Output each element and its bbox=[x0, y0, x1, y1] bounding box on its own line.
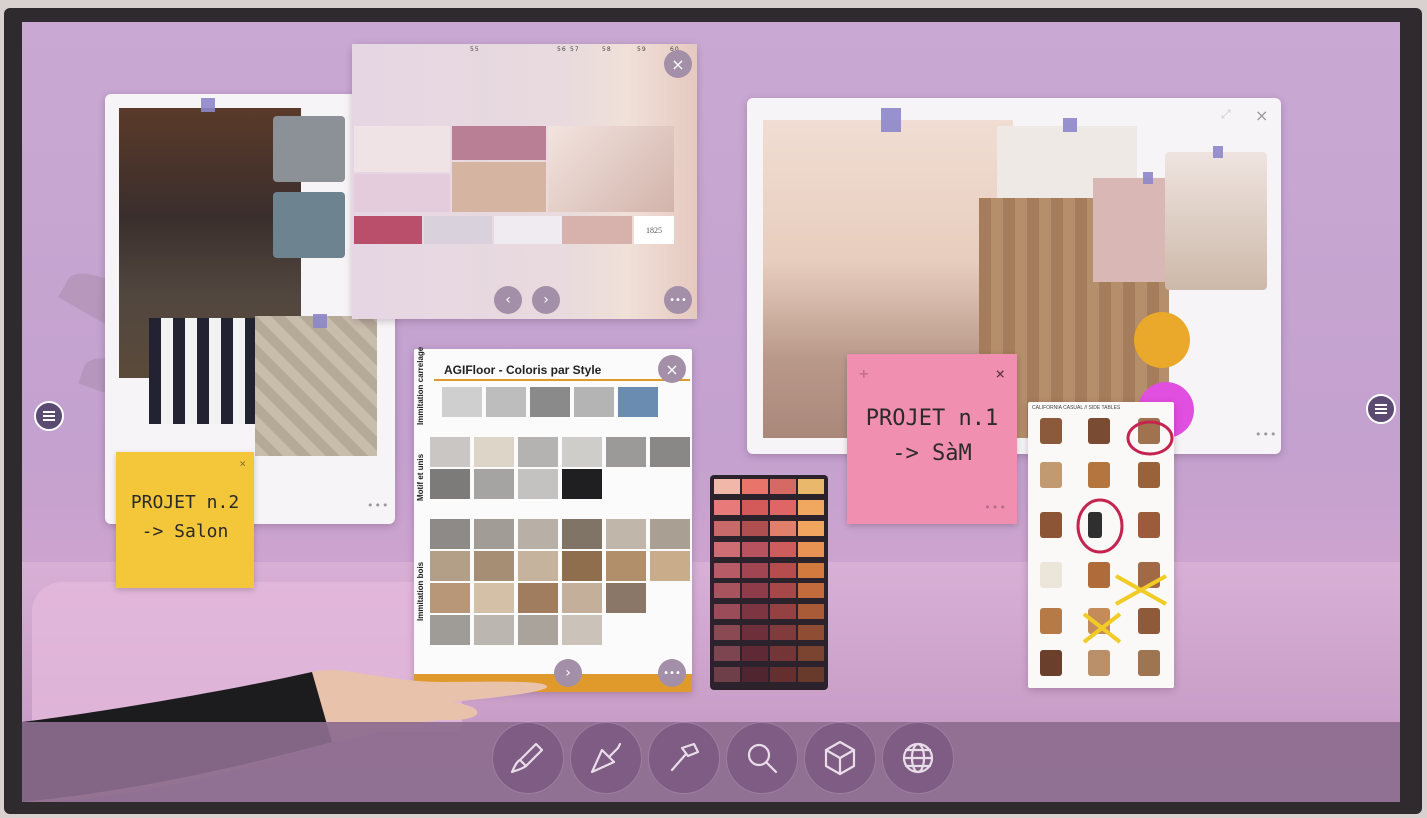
trowel-icon bbox=[590, 742, 622, 774]
lilac-swatch bbox=[424, 216, 492, 244]
more-button[interactable]: ••• bbox=[658, 659, 686, 687]
paint-palette-card[interactable] bbox=[710, 475, 828, 690]
tab-number: 58 bbox=[602, 46, 612, 53]
web-browser-button[interactable] bbox=[882, 722, 954, 794]
close-icon[interactable]: × bbox=[1255, 108, 1268, 124]
more-button[interactable]: ••• bbox=[664, 286, 692, 314]
search-button[interactable] bbox=[726, 722, 798, 794]
tape bbox=[1143, 172, 1153, 184]
tape bbox=[1213, 146, 1223, 158]
tile-grid bbox=[442, 387, 660, 417]
close-icon[interactable]: × bbox=[995, 366, 1005, 382]
annotation-marks bbox=[1076, 420, 1174, 644]
card-more-icon[interactable]: ••• bbox=[1255, 428, 1277, 441]
sticky-line-1: PROJET n.1 bbox=[865, 406, 999, 431]
pearl-shell-photo bbox=[548, 126, 674, 212]
previous-button[interactable]: ‹ bbox=[494, 286, 522, 314]
add-icon[interactable]: + bbox=[859, 366, 869, 382]
tool-dock bbox=[492, 722, 954, 794]
tab-number: 56 bbox=[557, 46, 567, 53]
catalog-title: AGIFloor - Coloris par Style bbox=[444, 363, 602, 377]
section-label: Immitation carrelage bbox=[416, 346, 425, 425]
yellow-dot bbox=[1134, 312, 1190, 368]
armchair-photo bbox=[1165, 152, 1267, 290]
furniture-catalog-card[interactable]: CALIFORNIA CASUAL // SIDE TABLES bbox=[1028, 402, 1174, 688]
bedroom-photo bbox=[354, 126, 450, 172]
right-menu-button[interactable] bbox=[1366, 394, 1396, 424]
close-button[interactable]: × bbox=[658, 355, 686, 383]
paint-brush-icon bbox=[510, 742, 544, 774]
globe-icon bbox=[902, 742, 934, 774]
search-icon bbox=[747, 743, 778, 774]
tape bbox=[881, 108, 901, 132]
pattern-tile-swatch bbox=[149, 318, 255, 424]
unis-grid bbox=[430, 437, 692, 499]
white-swatch bbox=[494, 216, 562, 244]
3d-object-button[interactable] bbox=[804, 722, 876, 794]
close-icon[interactable]: × bbox=[239, 458, 246, 469]
tab-number: 57 bbox=[570, 46, 580, 53]
sticky-note-projet-2[interactable]: × PROJET n.2 -> Salon bbox=[116, 452, 254, 588]
title-underline bbox=[434, 379, 690, 381]
brand-logo: 1825 bbox=[634, 216, 674, 244]
next-button[interactable]: › bbox=[532, 286, 560, 314]
chevron-wood-swatch bbox=[255, 316, 377, 456]
card-more-icon[interactable]: ••• bbox=[367, 499, 389, 512]
grey-swatch bbox=[273, 116, 345, 182]
rose-swatch bbox=[562, 216, 632, 244]
raspberry-swatch bbox=[354, 216, 422, 244]
tape bbox=[313, 314, 327, 328]
close-button[interactable]: × bbox=[664, 50, 692, 78]
hammer-icon bbox=[670, 742, 700, 772]
paint-brush-button[interactable] bbox=[492, 722, 564, 794]
tape bbox=[201, 98, 215, 112]
tape bbox=[1063, 118, 1077, 132]
tab-number: 59 bbox=[637, 46, 647, 53]
hammer-button[interactable] bbox=[648, 722, 720, 794]
sticky-line-2: -> SàM bbox=[892, 441, 972, 466]
cube-icon bbox=[824, 740, 856, 776]
tab-number: 55 bbox=[470, 46, 480, 53]
sticky-line-1: PROJET n.2 bbox=[130, 492, 240, 513]
moodboard-card-pearl[interactable]: 1825 55 56 57 58 59 60 × ‹ › ••• bbox=[352, 44, 697, 319]
whiteboard-screen: ••• × PROJET n.2 -> Salon 1825 55 56 57 … bbox=[22, 22, 1400, 802]
brand-logo-text: 1825 bbox=[646, 225, 662, 235]
sticky-more-icon[interactable]: ••• bbox=[984, 501, 1007, 514]
section-label: Motif et unis bbox=[416, 453, 425, 501]
expand-icon[interactable]: ⤢ bbox=[1221, 108, 1231, 120]
left-menu-button[interactable] bbox=[34, 401, 64, 431]
trowel-button[interactable] bbox=[570, 722, 642, 794]
blossom-photo bbox=[452, 126, 546, 160]
sticky-line-2: -> Salon bbox=[141, 521, 229, 542]
texture-photo bbox=[354, 174, 450, 212]
blush-swatch bbox=[1093, 178, 1173, 282]
blue-grey-swatch bbox=[273, 192, 345, 258]
decor-photo bbox=[452, 162, 546, 212]
sticky-note-projet-1[interactable]: × + PROJET n.1 -> SàM ••• bbox=[847, 354, 1017, 524]
